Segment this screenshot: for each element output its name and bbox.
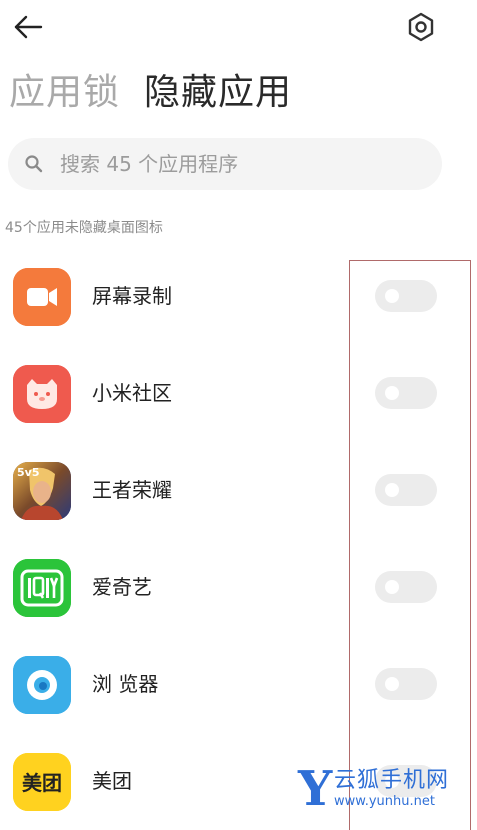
arrow-left-icon — [14, 15, 43, 39]
settings-button[interactable] — [402, 8, 440, 46]
app-name: 美团 — [92, 769, 132, 793]
tab-app-lock[interactable]: 应用锁 — [9, 70, 120, 116]
top-bar — [0, 0, 477, 56]
screen-recorder-icon — [13, 268, 71, 326]
app-name: 爱奇艺 — [92, 575, 152, 599]
honor-of-kings-icon: 5v5 — [13, 462, 71, 520]
search-icon — [25, 155, 43, 173]
gear-icon — [408, 12, 434, 42]
mi-community-icon — [13, 365, 71, 423]
tab-hidden-apps[interactable]: 隐藏应用 — [144, 70, 292, 116]
app-name: 王者荣耀 — [92, 478, 172, 502]
app-name: 小米社区 — [92, 381, 172, 405]
toggle-highlight-box — [349, 260, 471, 830]
watermark-letter: Y — [298, 761, 333, 817]
meituan-icon-label: 美团 — [22, 771, 62, 795]
watermark-logo: Y 云狐手机网 www.yunhu.net — [298, 761, 468, 817]
section-caption: 45个应用未隐藏桌面图标 — [5, 220, 163, 236]
back-button[interactable] — [12, 10, 46, 44]
app-name: 屏幕录制 — [92, 284, 172, 308]
meituan-icon: 美团 — [13, 753, 71, 811]
tab-bar: 应用锁 隐藏应用 — [9, 70, 292, 120]
app-name: 浏 览器 — [92, 672, 159, 696]
search-bar[interactable]: 搜索 45 个应用程序 — [8, 138, 442, 190]
svg-text:5v5: 5v5 — [17, 466, 39, 479]
watermark-url: www.yunhu.net — [334, 794, 435, 809]
watermark-name: 云狐手机网 — [334, 768, 450, 793]
search-input[interactable]: 搜索 45 个应用程序 — [60, 138, 238, 190]
browser-icon — [13, 656, 71, 714]
iqiyi-icon — [13, 559, 71, 617]
